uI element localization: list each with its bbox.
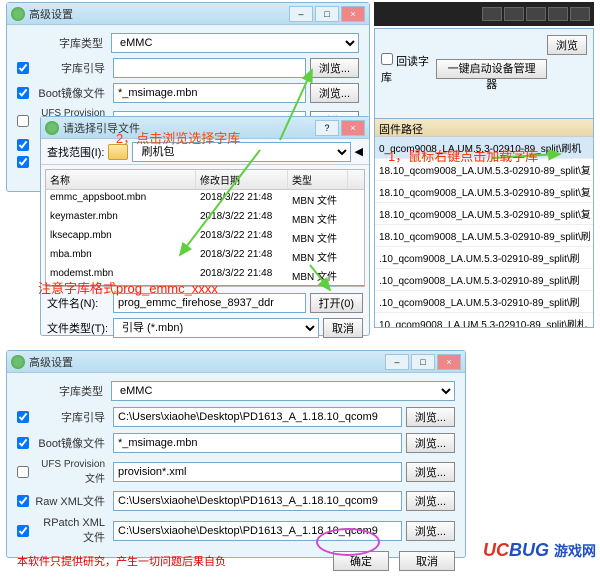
bootimg-field[interactable]: [113, 433, 402, 453]
minimize-button[interactable]: –: [385, 354, 409, 370]
maximize-button[interactable]: □: [315, 6, 339, 22]
firmware-row[interactable]: .10_qcom9008_LA.UM.5.3-02910-89_split\刷: [375, 247, 593, 269]
titlebar[interactable]: 高级设置 – □ ×: [7, 3, 369, 25]
file-row[interactable]: emmc_appsboot.mbn2018/3/22 21:48MBN 文件: [46, 190, 364, 209]
toolbar-btn[interactable]: [548, 7, 568, 21]
label-libtype: 字库类型: [17, 383, 107, 399]
nav-back-icon[interactable]: ◀: [355, 145, 363, 158]
toolbar-btn[interactable]: [526, 7, 546, 21]
app-icon: [11, 355, 25, 369]
label-libguide: 字库引导: [33, 60, 109, 76]
label-libtype: 字库类型: [17, 35, 107, 51]
cancel-button[interactable]: 取消: [399, 551, 455, 571]
annotation-3: 注意字库格式prog_emmc_xxxx: [38, 278, 218, 297]
firmware-row[interactable]: 18.10_qcom9008_LA.UM.5.3-02910-89_split\…: [375, 225, 593, 247]
ufs-check[interactable]: [17, 115, 29, 127]
raw-check[interactable]: [17, 495, 29, 507]
annotation-1: 1，鼠标右键点击加载字库: [388, 146, 538, 165]
label-bootimg: Boot镜像文件: [33, 85, 109, 101]
libguide-field[interactable]: [113, 58, 306, 78]
titlebar[interactable]: 高级设置 – □ ×: [7, 351, 465, 373]
firmware-row[interactable]: 10_qcom9008_LA.UM.5.3-02910-89_split\刷札: [375, 313, 593, 328]
file-list: 名称 修改日期 类型 emmc_appsboot.mbn2018/3/22 21…: [45, 169, 365, 287]
browse-button[interactable]: 浏览...: [406, 521, 455, 541]
toolbar-btn[interactable]: [504, 7, 524, 21]
firmware-row[interactable]: 18.10_qcom9008_LA.UM.5.3-02910-89_split\…: [375, 203, 593, 225]
libguide-field[interactable]: [113, 407, 402, 427]
file-row[interactable]: lksecapp.mbn2018/3/22 21:48MBN 文件: [46, 228, 364, 247]
watermark: UCBUG 游戏网: [483, 540, 596, 561]
scope-label: 查找范围(I):: [47, 144, 104, 160]
readlib-checkbox[interactable]: 回读字库: [381, 53, 436, 85]
window-title: 高级设置: [29, 354, 385, 370]
open-button[interactable]: 打开(0): [310, 293, 363, 313]
browse-button[interactable]: 浏览: [547, 35, 587, 55]
file-row[interactable]: keymaster.mbn2018/3/22 21:48MBN 文件: [46, 209, 364, 228]
browse-button[interactable]: 浏览...: [310, 83, 359, 103]
app-toolbar: [374, 2, 594, 26]
bootimg-check[interactable]: [17, 437, 29, 449]
close-button[interactable]: ×: [437, 354, 461, 370]
file-row[interactable]: mba.mbn2018/3/22 21:48MBN 文件: [46, 247, 364, 266]
cancel-button[interactable]: 取消: [323, 318, 363, 338]
file-list-header: 名称 修改日期 类型: [46, 170, 364, 190]
browse-button[interactable]: 浏览...: [406, 433, 455, 453]
advanced-settings-window-bottom: 高级设置 – □ × 字库类型eMMC 字库引导浏览... Boot镜像文件浏览…: [6, 350, 466, 558]
rp-field[interactable]: [113, 521, 402, 541]
firmware-row[interactable]: .10_qcom9008_LA.UM.5.3-02910-89_split\刷: [375, 291, 593, 313]
firmware-list-header: 固件路径: [375, 119, 593, 137]
browse-button[interactable]: 浏览...: [406, 491, 455, 511]
window-title: 高级设置: [29, 6, 289, 22]
toolbar-btn[interactable]: [482, 7, 502, 21]
maximize-button[interactable]: □: [411, 354, 435, 370]
browse-button[interactable]: 浏览...: [310, 58, 359, 78]
libtype-select[interactable]: eMMC: [111, 381, 455, 401]
ufs-check[interactable]: [17, 466, 29, 478]
bootimg-field[interactable]: [113, 83, 306, 103]
browse-button[interactable]: 浏览...: [406, 462, 455, 482]
annotation-2: 2，点击浏览选择字库: [116, 128, 240, 147]
right-panel: 浏览 回读字库 一键启动设备管理器: [374, 28, 594, 120]
rp-check[interactable]: [17, 156, 29, 168]
app-icon: [11, 7, 25, 21]
libguide-check[interactable]: [17, 411, 29, 423]
ufs-field[interactable]: [113, 462, 402, 482]
close-button[interactable]: ×: [341, 120, 365, 136]
libtype-select[interactable]: eMMC: [111, 33, 359, 53]
rp-check[interactable]: [17, 525, 29, 537]
app-icon: [45, 121, 59, 135]
help-button[interactable]: ?: [315, 120, 339, 136]
libguide-check[interactable]: [17, 62, 29, 74]
device-manager-button[interactable]: 一键启动设备管理器: [436, 59, 547, 79]
filetype-label: 文件类型(T):: [47, 320, 109, 336]
firmware-row[interactable]: .10_qcom9008_LA.UM.5.3-02910-89_split\刷: [375, 269, 593, 291]
raw-check[interactable]: [17, 139, 29, 151]
filetype-select[interactable]: 引导 (*.mbn): [113, 318, 319, 338]
browse-button[interactable]: 浏览...: [406, 407, 455, 427]
toolbar-btn[interactable]: [570, 7, 590, 21]
ok-button[interactable]: 确定: [333, 551, 389, 571]
close-button[interactable]: ×: [341, 6, 365, 22]
filename-label: 文件名(N):: [47, 295, 109, 311]
raw-field[interactable]: [113, 491, 402, 511]
firmware-row[interactable]: 18.10_qcom9008_LA.UM.5.3-02910-89_split\…: [375, 181, 593, 203]
bootimg-check[interactable]: [17, 87, 29, 99]
minimize-button[interactable]: –: [289, 6, 313, 22]
file-dialog: 请选择引导文件 ?× 查找范围(I): 刷机包 ◀ 名称 修改日期 类型 emm…: [40, 116, 370, 336]
